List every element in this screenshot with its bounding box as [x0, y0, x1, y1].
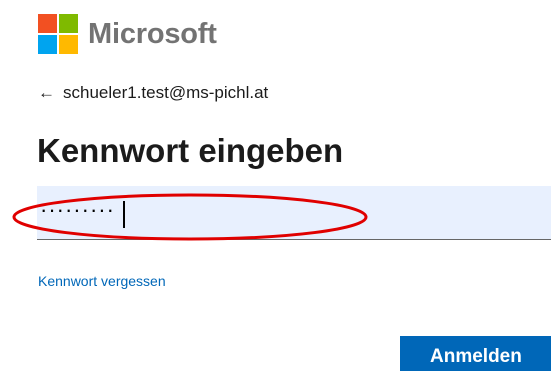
logo-square-green: [59, 14, 78, 33]
microsoft-logo: Microsoft: [38, 14, 217, 54]
arrow-left-icon[interactable]: ←: [38, 83, 55, 103]
sign-in-button[interactable]: Anmelden: [400, 336, 551, 371]
text-caret: [123, 201, 125, 228]
logo-square-yellow: [59, 35, 78, 54]
logo-square-red: [38, 14, 57, 33]
page-title: Kennwort eingeben: [37, 132, 344, 169]
account-email: schueler1.test@ms-pichl.at: [63, 83, 269, 102]
brand-name: Microsoft: [88, 17, 217, 50]
identity-banner[interactable]: ← schueler1.test@ms-pichl.at: [38, 83, 268, 103]
forgot-password-link[interactable]: Kennwort vergessen: [38, 273, 166, 289]
password-input[interactable]: ·········: [37, 186, 551, 240]
microsoft-logo-icon: [38, 14, 78, 54]
password-masked-value: ·········: [40, 197, 115, 222]
logo-square-blue: [38, 35, 57, 54]
